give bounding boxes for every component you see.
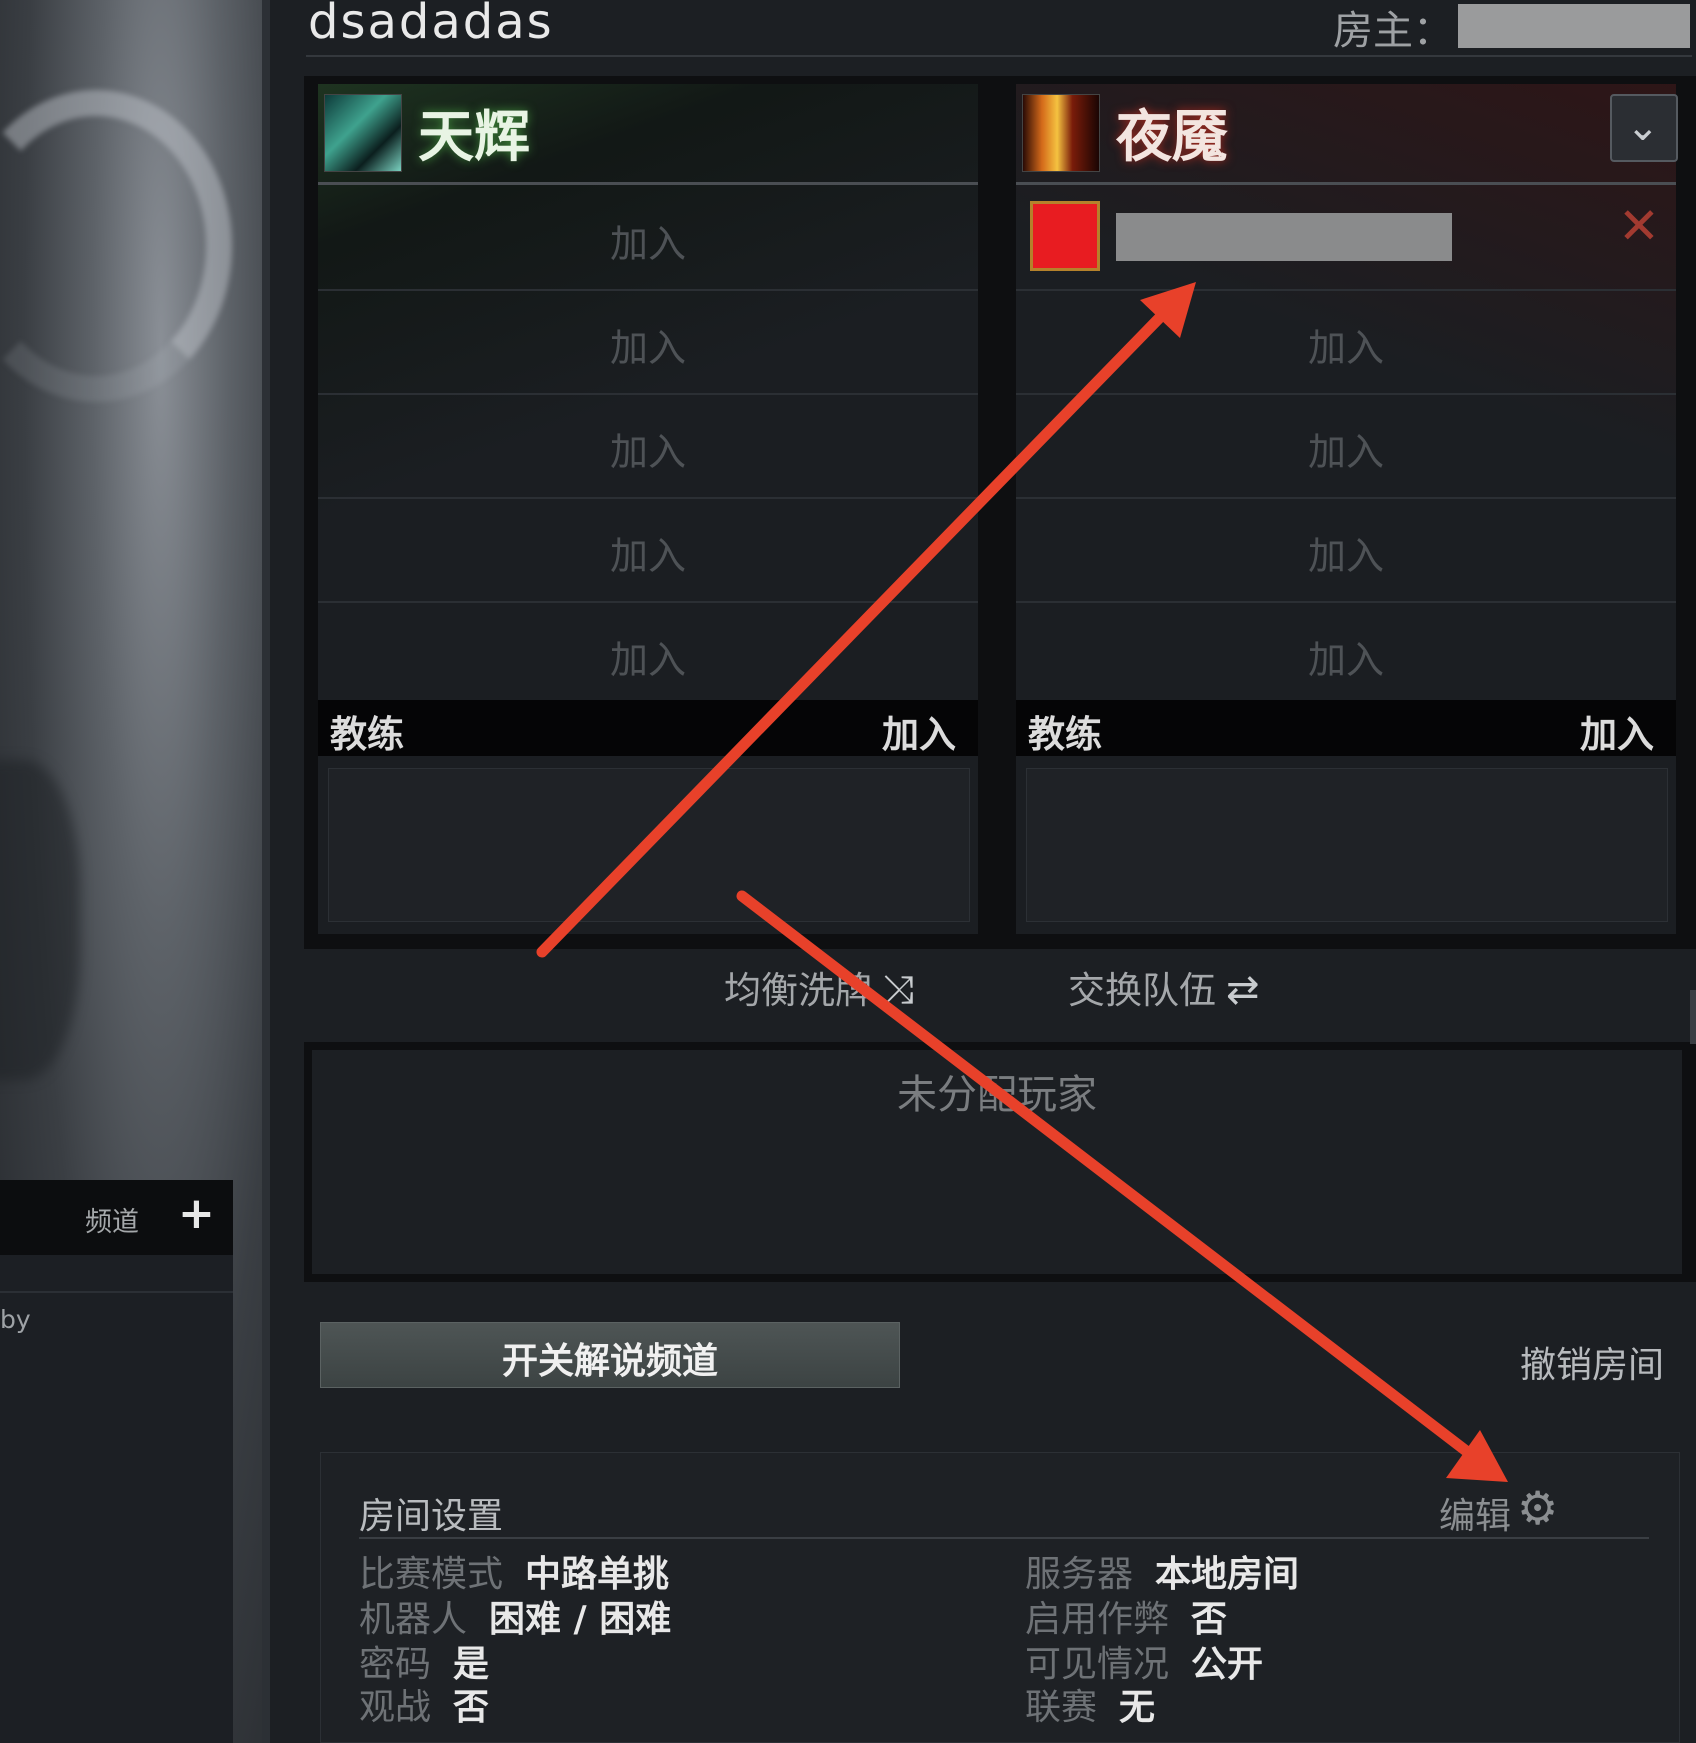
shuffle-teams-button[interactable]: 均衡洗牌 ⤨ xyxy=(724,960,914,1014)
radiant-team-name: 天辉 xyxy=(418,105,530,170)
chevron-down-icon: ⌄ xyxy=(1626,104,1660,150)
radiant-slot-5[interactable]: 加入 xyxy=(318,601,978,705)
setting-value: 否 xyxy=(1191,1599,1228,1640)
room-settings-title: 房间设置 xyxy=(359,1496,504,1537)
dire-team: 夜魇 ✕ 加入 加入 加入 加入 教练 加入 xyxy=(1016,84,1676,934)
setting-value: 无 xyxy=(1119,1687,1156,1728)
setting-spectators: 观战否 xyxy=(359,1678,489,1730)
background-art-shape xyxy=(0,760,80,1080)
host-label: 房主： xyxy=(1333,8,1453,54)
chat-tab-bar: 频道 + xyxy=(0,1180,233,1255)
player-color-swatch xyxy=(1030,201,1100,271)
join-slot-label: 加入 xyxy=(1307,534,1384,578)
setting-key: 联赛 xyxy=(1025,1687,1098,1728)
setting-value: 否 xyxy=(453,1687,490,1728)
room-title: dsadadas xyxy=(308,0,554,50)
dire-slot-5[interactable]: 加入 xyxy=(1016,601,1676,705)
setting-key: 机器人 xyxy=(359,1599,468,1640)
dire-coach-slot xyxy=(1026,768,1668,922)
setting-key: 服务器 xyxy=(1025,1554,1134,1595)
setting-key: 启用作弊 xyxy=(1025,1599,1170,1640)
player-name-redacted xyxy=(1116,213,1452,261)
host-name-redacted xyxy=(1458,4,1690,48)
coach-label: 教练 xyxy=(330,713,404,756)
shuffle-label: 均衡洗牌 xyxy=(724,969,872,1012)
dire-coach-header: 教练 加入 xyxy=(1016,700,1676,756)
join-slot-label: 加入 xyxy=(609,326,686,370)
setting-key: 观战 xyxy=(359,1687,432,1728)
dire-emblem-icon xyxy=(1022,94,1100,172)
dire-slot-3[interactable]: 加入 xyxy=(1016,393,1676,499)
background-art-shape xyxy=(0,90,232,402)
join-slot-label: 加入 xyxy=(1307,638,1384,682)
dire-slot-2[interactable]: 加入 xyxy=(1016,289,1676,395)
swap-teams-button[interactable]: 交换队伍 ⇄ xyxy=(1068,960,1260,1014)
edit-settings-button[interactable]: 编辑 xyxy=(1439,1487,1511,1539)
dire-team-name: 夜魇 xyxy=(1116,105,1228,170)
radiant-coach-join-button[interactable]: 加入 xyxy=(882,704,956,758)
dire-header: 夜魇 xyxy=(1016,84,1676,182)
radiant-slot-3[interactable]: 加入 xyxy=(318,393,978,499)
unassigned-players-label: 未分配玩家 xyxy=(897,1072,1097,1118)
toggle-caster-channel-label: 开关解说频道 xyxy=(501,1341,718,1382)
join-slot-label: 加入 xyxy=(1307,430,1384,474)
setting-value: 中路单挑 xyxy=(525,1554,670,1595)
setting-value: 本地房间 xyxy=(1155,1554,1300,1595)
coach-label: 教练 xyxy=(1028,713,1102,756)
teams-container: 天辉 加入 加入 加入 加入 加入 教练 加入 夜魇 ✕ 加入 加入 加入 加入… xyxy=(304,76,1696,949)
radiant-slot-2[interactable]: 加入 xyxy=(318,289,978,395)
toggle-caster-channel-button[interactable]: 开关解说频道 xyxy=(320,1322,900,1388)
add-channel-icon[interactable]: + xyxy=(178,1188,215,1240)
join-slot-label: 加入 xyxy=(609,222,686,266)
radiant-coach-header: 教练 加入 xyxy=(318,700,978,756)
room-settings-panel: 房间设置 编辑 ⚙ 比赛模式 中路单挑 机器人 困难 / 困难 密码是 观战否 服务… xyxy=(320,1452,1680,1743)
dire-slot-4[interactable]: 加入 xyxy=(1016,497,1676,603)
panel-divider xyxy=(262,0,270,1743)
join-slot-label: 加入 xyxy=(1307,326,1384,370)
setting-league: 联赛无 xyxy=(1025,1678,1155,1730)
chat-channel-tab[interactable]: 频道 xyxy=(85,1200,139,1239)
radiant-coach-slot xyxy=(328,768,970,922)
cancel-room-button[interactable]: 撤销房间 xyxy=(1520,1336,1664,1388)
kick-player-icon[interactable]: ✕ xyxy=(1618,197,1660,255)
radiant-emblem-icon xyxy=(324,94,402,172)
divider xyxy=(359,1537,1649,1539)
swap-icon: ⇄ xyxy=(1226,967,1260,1013)
setting-value: 公开 xyxy=(1191,1644,1264,1685)
radiant-slot-4[interactable]: 加入 xyxy=(318,497,978,603)
unassigned-players-panel: 未分配玩家 xyxy=(304,1042,1696,1282)
team-actions: 均衡洗牌 ⤨ 交换队伍 ⇄ xyxy=(270,960,1696,1030)
radiant-header: 天辉 xyxy=(318,84,978,182)
join-slot-label: 加入 xyxy=(609,534,686,578)
lobby-panel: dsadadas 房主： 天辉 加入 加入 加入 加入 加入 教练 加入 夜魇 … xyxy=(270,0,1696,1743)
radiant-team: 天辉 加入 加入 加入 加入 加入 教练 加入 xyxy=(318,84,978,934)
setting-key: 比赛模式 xyxy=(359,1554,504,1595)
shuffle-icon: ⤨ xyxy=(882,967,914,1013)
unassigned-players-list[interactable]: 未分配玩家 xyxy=(312,1050,1682,1274)
setting-value: 困难 / 困难 xyxy=(489,1599,672,1640)
scrollbar[interactable] xyxy=(1690,990,1696,1044)
divider xyxy=(306,55,1692,57)
lobby-dropdown-button[interactable]: ⌄ xyxy=(1610,94,1678,162)
join-slot-label: 加入 xyxy=(609,638,686,682)
gear-icon[interactable]: ⚙ xyxy=(1517,1481,1558,1535)
swap-label: 交换队伍 xyxy=(1068,969,1216,1012)
chat-list: by xyxy=(0,1255,233,1743)
radiant-slot-1[interactable]: 加入 xyxy=(318,185,978,291)
chat-list-item[interactable]: by xyxy=(0,1305,31,1334)
dire-slot-1: ✕ xyxy=(1016,185,1676,291)
join-slot-label: 加入 xyxy=(609,430,686,474)
divider xyxy=(0,1291,233,1293)
dire-coach-join-button[interactable]: 加入 xyxy=(1580,704,1654,758)
